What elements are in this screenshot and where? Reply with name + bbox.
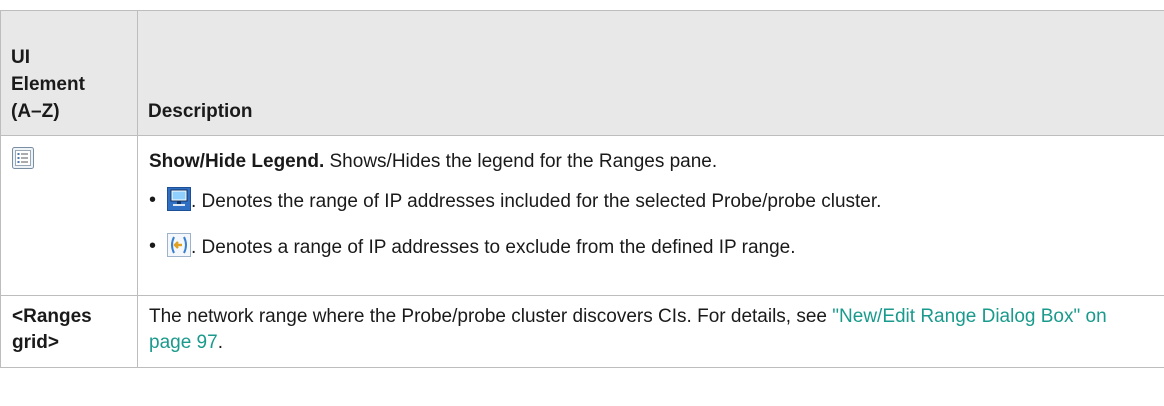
header-ui-element-line3: (A–Z) <box>11 101 60 122</box>
ranges-grid-text: The network range where the Probe/probe … <box>149 306 833 327</box>
description-cell: Show/Hide Legend. Shows/Hides the legend… <box>137 135 1164 296</box>
description-cell: The network range where the Probe/probe … <box>137 295 1164 368</box>
table-row: <Ranges grid> The network range where th… <box>0 295 1164 368</box>
table-header-row: UI Element (A–Z) Description <box>0 10 1164 136</box>
ui-elements-table: UI Element (A–Z) Description Show/Hide L… <box>0 10 1164 368</box>
legend-item-text: . Denotes the range of IP addresses incl… <box>191 191 882 212</box>
header-ui-element-line2: Element <box>11 74 85 95</box>
ranges-grid-text-end: . <box>217 332 223 353</box>
list-item: . Denotes the range of IP addresses incl… <box>149 187 1154 219</box>
ui-element-cell <box>0 135 138 296</box>
header-ui-element: UI Element (A–Z) <box>0 10 138 136</box>
header-description: Description <box>137 10 1164 136</box>
legend-title: Show/Hide Legend. <box>149 151 325 172</box>
header-description-label: Description <box>148 101 253 122</box>
header-ui-element-line1: UI <box>11 47 30 68</box>
legend-text: Shows/Hides the legend for the Ranges pa… <box>324 151 718 172</box>
element-name-line1: <Ranges <box>12 306 92 327</box>
legend-item-text: . Denotes a range of IP addresses to exc… <box>191 237 796 258</box>
legend-description: Show/Hide Legend. Shows/Hides the legend… <box>149 149 1154 175</box>
exclude-range-icon <box>167 233 191 265</box>
ui-element-cell: <Ranges grid> <box>0 295 138 368</box>
computer-monitor-icon <box>167 187 191 219</box>
legend-list: . Denotes the range of IP addresses incl… <box>149 187 1154 265</box>
list-item: . Denotes a range of IP addresses to exc… <box>149 233 1154 265</box>
element-name-line2: grid> <box>12 332 59 353</box>
table-row: Show/Hide Legend. Shows/Hides the legend… <box>0 135 1164 296</box>
legend-list-icon <box>12 147 34 174</box>
